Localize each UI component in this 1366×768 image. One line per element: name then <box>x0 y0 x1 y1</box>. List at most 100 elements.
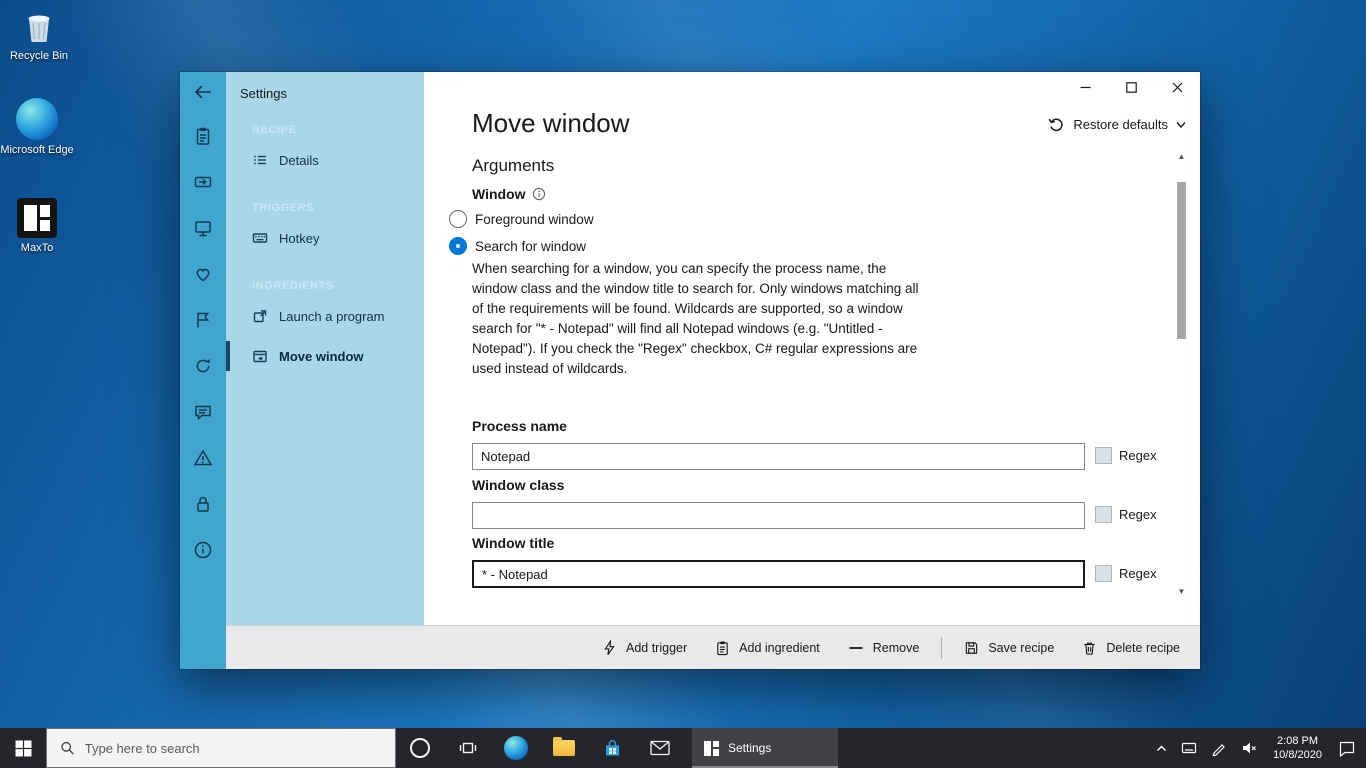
add-trigger-button[interactable]: Add trigger <box>590 634 699 662</box>
radio-foreground-window[interactable]: Foreground window <box>449 210 594 228</box>
pen-button[interactable] <box>1204 728 1234 768</box>
settings-window-icon <box>704 741 719 756</box>
process-name-regex[interactable]: Regex <box>1095 447 1157 464</box>
window-title-regex[interactable]: Regex <box>1095 565 1157 582</box>
desktop-icon-label: Recycle Bin <box>10 50 68 62</box>
nav-section-heading: TRIGGERS <box>252 202 424 214</box>
action-center-button[interactable] <box>1331 728 1363 768</box>
maxto-settings-window: Settings RECIPE Details TRIGGERS <box>180 72 1200 669</box>
radio-circle[interactable] <box>449 210 467 228</box>
microsoft-edge-icon <box>16 98 58 140</box>
lightning-icon <box>602 640 617 656</box>
minus-icon <box>848 640 864 656</box>
touch-keyboard-icon <box>1181 740 1197 756</box>
monitor-icon <box>193 218 213 238</box>
hidden-icons-chevron <box>1156 744 1167 753</box>
radio-label: Foreground window <box>475 212 594 227</box>
maximize-button[interactable] <box>1108 72 1154 102</box>
nav-item-move-window[interactable]: Move window <box>226 336 424 376</box>
volume-icon <box>1241 740 1257 756</box>
cortana-icon <box>410 738 430 758</box>
close-button[interactable] <box>1154 72 1200 102</box>
desktop-icon-microsoft-edge[interactable]: Microsoft Edge <box>0 98 74 156</box>
page-title: Move window <box>472 108 630 139</box>
taskbar-clock[interactable]: 2:08 PM 10/8/2020 <box>1264 728 1331 768</box>
save-recipe-button[interactable]: Save recipe <box>952 634 1066 662</box>
scroll-down-arrow-icon[interactable]: ▼ <box>1175 587 1188 596</box>
clock-time: 2:08 PM <box>1277 734 1318 748</box>
start-button[interactable] <box>0 728 46 768</box>
launch-program-icon <box>252 308 268 324</box>
regex-label: Regex <box>1119 507 1157 522</box>
minimize-button[interactable] <box>1062 72 1108 102</box>
recipe-toolbar: Add trigger Add ingredient Remove Save r… <box>226 625 1200 669</box>
search-input[interactable] <box>85 741 382 756</box>
monitors-rail-button[interactable] <box>193 218 213 238</box>
nav-item-launch-a-program[interactable]: Launch a program <box>226 296 424 336</box>
heart-icon <box>193 264 213 284</box>
lock-icon <box>193 494 213 514</box>
mail-button[interactable] <box>636 728 684 768</box>
desktop-icon-label: Microsoft Edge <box>0 144 73 156</box>
restore-defaults-label: Restore defaults <box>1073 117 1168 132</box>
scrollbar[interactable]: ▲ ▼ <box>1175 152 1188 596</box>
file-explorer-button[interactable] <box>540 728 588 768</box>
about-rail-button[interactable] <box>193 540 213 560</box>
hidden-icons-button[interactable] <box>1149 728 1174 768</box>
nav-item-details[interactable]: Details <box>226 140 424 180</box>
info-icon <box>193 540 213 560</box>
window-title-input[interactable] <box>472 560 1085 588</box>
store-icon <box>603 739 622 758</box>
task-view-button[interactable] <box>444 728 492 768</box>
taskbar-task-settings[interactable]: Settings <box>692 728 838 768</box>
taskbar-empty-area <box>838 728 1149 768</box>
favorites-rail-button[interactable] <box>193 264 213 284</box>
regex-checkbox[interactable] <box>1095 447 1112 464</box>
cortana-button[interactable] <box>396 728 444 768</box>
desktop-icon-recycle-bin[interactable]: Recycle Bin <box>2 6 76 62</box>
troubleshoot-rail-button[interactable] <box>193 448 213 468</box>
taskbar-search[interactable] <box>46 728 396 768</box>
search-window-description: When searching for a window, you can spe… <box>472 259 921 379</box>
desktop: Recycle Bin Microsoft Edge MaxTo <box>0 0 1366 768</box>
recipes-rail-button[interactable] <box>193 126 213 146</box>
updates-rail-button[interactable] <box>193 356 213 376</box>
desktop-icon-maxto[interactable]: MaxTo <box>0 198 74 254</box>
radio-circle[interactable] <box>449 237 467 255</box>
nav-item-label: Launch a program <box>279 309 385 324</box>
mail-icon <box>650 740 670 756</box>
remove-button[interactable]: Remove <box>836 634 932 662</box>
edge-taskbar-button[interactable] <box>492 728 540 768</box>
touch-keyboard-button[interactable] <box>1174 728 1204 768</box>
toolbar-button-label: Save recipe <box>988 641 1054 655</box>
toolbar-button-label: Remove <box>873 641 920 655</box>
desktop-icon-label: MaxTo <box>21 242 53 254</box>
maximize-icon <box>1126 82 1137 93</box>
radio-search-for-window[interactable]: Search for window <box>449 237 586 255</box>
nav-item-label: Hotkey <box>279 231 319 246</box>
warning-icon <box>193 448 213 468</box>
process-name-input[interactable] <box>472 443 1085 470</box>
store-button[interactable] <box>588 728 636 768</box>
info-tooltip-icon[interactable] <box>532 187 546 201</box>
feedback-rail-button[interactable] <box>193 402 213 422</box>
add-ingredient-button[interactable]: Add ingredient <box>703 634 832 662</box>
window-class-input[interactable] <box>472 502 1085 529</box>
volume-button[interactable] <box>1234 728 1264 768</box>
regex-checkbox[interactable] <box>1095 506 1112 523</box>
window-class-regex[interactable]: Regex <box>1095 506 1157 523</box>
recycle-bin-icon <box>19 6 59 46</box>
restore-defaults-button[interactable]: Restore defaults <box>1048 116 1186 133</box>
input-rail-button[interactable] <box>193 172 213 192</box>
scrollbar-thumb[interactable] <box>1177 182 1186 339</box>
window-group-label: Window <box>472 186 546 202</box>
delete-recipe-button[interactable]: Delete recipe <box>1070 634 1192 662</box>
scroll-up-arrow-icon[interactable]: ▲ <box>1175 152 1188 161</box>
back-button[interactable] <box>180 72 226 112</box>
license-rail-button[interactable] <box>193 494 213 514</box>
close-icon <box>1172 82 1183 93</box>
language-rail-button[interactable] <box>193 310 213 330</box>
nav-item-hotkey[interactable]: Hotkey <box>226 218 424 258</box>
regex-checkbox[interactable] <box>1095 565 1112 582</box>
nav-item-label: Details <box>279 153 319 168</box>
